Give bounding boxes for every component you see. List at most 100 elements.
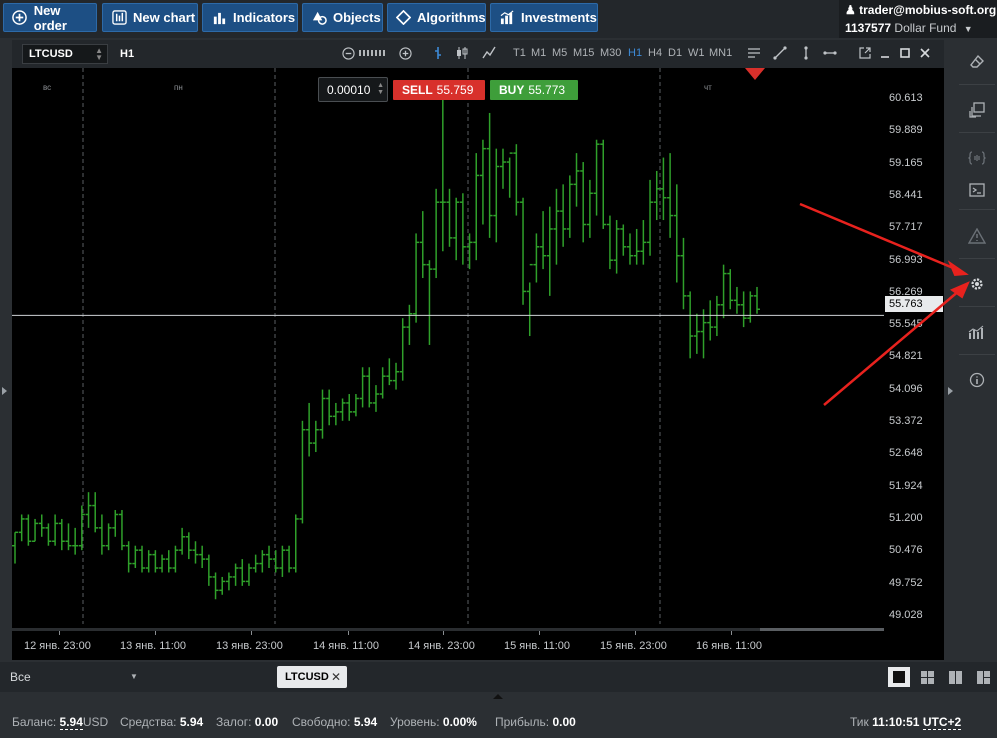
current-price-label: 55.763 — [885, 296, 943, 312]
trendline-tool-icon[interactable] — [772, 45, 788, 61]
horizontal-line-tool-icon[interactable] — [746, 45, 762, 61]
ohlc-bar — [687, 291, 694, 359]
sell-button[interactable]: SELL 55.759 — [393, 80, 485, 100]
info-icon[interactable] — [957, 360, 997, 400]
algorithms-label: Algorithms — [417, 10, 486, 25]
tf-m1[interactable]: M1 — [531, 47, 546, 59]
settings-icon[interactable] — [957, 264, 997, 304]
ray-tool-icon[interactable] — [822, 45, 838, 61]
chart-end-marker[interactable] — [745, 68, 765, 80]
vertical-line-tool-icon[interactable] — [798, 45, 814, 61]
dropdown-arrow-icon[interactable]: ▼ — [130, 672, 138, 681]
objects-button[interactable]: Objects — [302, 3, 383, 32]
ohlc-bar — [733, 286, 740, 314]
profit-value: 0.00 — [552, 715, 576, 729]
tf-h4[interactable]: H4 — [648, 47, 662, 59]
ohlc-bar — [199, 545, 206, 569]
tf-w1[interactable]: W1 — [688, 47, 705, 59]
terminal-icon[interactable] — [957, 170, 997, 210]
layout-single-icon[interactable] — [888, 667, 910, 687]
maximize-icon[interactable] — [897, 45, 913, 61]
ohlc-bar — [85, 492, 92, 528]
ohlc-bar — [453, 197, 460, 261]
warning-icon[interactable] — [957, 216, 997, 256]
symbol-select-value: LTCUSD — [29, 48, 73, 60]
ohlc-bar — [673, 184, 680, 283]
zoom-in-icon[interactable] — [397, 45, 413, 61]
right-collapse-strip[interactable] — [945, 40, 957, 660]
tf-m30[interactable]: M30 — [600, 47, 621, 59]
ohlc-bar — [499, 148, 506, 189]
left-collapse-strip[interactable] — [0, 40, 10, 660]
symbol-tab-ltcusd[interactable]: LTCUSD ✕ — [277, 666, 347, 688]
tf-t1[interactable]: T1 — [513, 47, 526, 59]
ohlc-bar — [700, 309, 707, 359]
ohlc-bar — [406, 304, 413, 345]
zoom-out-icon[interactable] — [340, 45, 356, 61]
tf-m15[interactable]: M15 — [573, 47, 594, 59]
ohlc-bar — [540, 211, 547, 270]
ohlc-bar — [346, 394, 353, 421]
ohlc-bar — [192, 541, 199, 564]
margin-label: Залог: — [216, 715, 252, 729]
tf-h1[interactable]: H1 — [628, 47, 642, 59]
balance-value[interactable]: 5.94 — [59, 715, 83, 730]
detach-window-icon[interactable] — [857, 45, 873, 61]
ohlc-bar — [212, 572, 219, 600]
filter-select[interactable]: Все — [10, 670, 31, 684]
chart-scrollbar-thumb[interactable] — [760, 628, 884, 631]
price-chart[interactable]: 60.613 59.889 59.165 58.441 57.717 56.993 56.2… — [12, 68, 944, 660]
new-chart-button[interactable]: New chart — [102, 3, 198, 32]
tf-mn1[interactable]: MN1 — [709, 47, 732, 59]
ohlc-plot[interactable] — [12, 68, 884, 624]
account-number: 1137577 — [845, 21, 892, 35]
investments-button[interactable]: Investments — [490, 3, 598, 32]
layout-columns-icon[interactable] — [944, 667, 966, 687]
account-info[interactable]: ♟ trader@mobius-soft.org 1137577 Dollar … — [839, 0, 997, 38]
new-order-button[interactable]: New order — [3, 3, 97, 33]
eraser-icon[interactable] — [957, 42, 997, 82]
algorithms-button[interactable]: Algorithms — [387, 3, 486, 32]
lot-size-input[interactable]: 0.00010 ▲ ▼ — [318, 77, 388, 102]
windows-icon[interactable] — [957, 90, 997, 130]
price-axis[interactable] — [884, 68, 944, 624]
ohlc-bar — [566, 175, 573, 238]
chart-scrollbar-track[interactable] — [12, 628, 884, 631]
line-chart-icon[interactable] — [481, 45, 497, 61]
ohlc-bar — [172, 545, 179, 573]
bars-chart-icon[interactable] — [430, 45, 446, 61]
time-tick-label: 16 янв. 11:00 — [696, 640, 762, 652]
spinner-arrows-icon[interactable]: ▲ ▼ — [377, 82, 384, 96]
ohlc-bar — [593, 139, 600, 216]
tf-d1[interactable]: D1 — [668, 47, 682, 59]
ohlc-bar — [92, 492, 99, 533]
layout-split-icon[interactable] — [972, 667, 994, 687]
balance-currency: USD — [82, 715, 109, 729]
day-label-sunday: вс — [43, 83, 52, 92]
timezone-select[interactable]: UTC+2 — [922, 715, 962, 730]
tick-label: Тик — [850, 715, 869, 729]
ohlc-bar — [653, 170, 660, 221]
candles-chart-icon[interactable] — [454, 45, 470, 61]
layout-grid-icon[interactable] — [916, 667, 938, 687]
buy-button[interactable]: BUY 55.773 — [490, 80, 578, 100]
minimize-icon[interactable] — [877, 45, 893, 61]
close-icon[interactable] — [917, 45, 933, 61]
collapse-right-icon — [948, 387, 953, 395]
ohlc-bar — [640, 220, 647, 265]
shapes-icon — [311, 10, 327, 26]
ohlc-bar — [179, 527, 186, 555]
tf-m5[interactable]: M5 — [552, 47, 567, 59]
stats-icon[interactable] — [957, 312, 997, 352]
margin-value: 0.00 — [254, 715, 279, 729]
chart-header: LTCUSD ▲ ▼ H1 T1 M1 M5 M15 M30 H1 H4 D1 W… — [12, 40, 944, 68]
symbol-select[interactable]: LTCUSD ▲ ▼ — [22, 44, 108, 64]
close-tab-icon[interactable]: ✕ — [331, 670, 341, 684]
ohlc-bar — [145, 550, 152, 573]
ohlc-bar — [667, 153, 674, 238]
zoom-slider[interactable] — [358, 45, 398, 61]
price-tick-label: 51.924 — [889, 479, 923, 492]
ohlc-bar — [379, 367, 386, 399]
panel-resize-grip-icon[interactable] — [493, 694, 503, 699]
indicators-button[interactable]: Indicators — [202, 3, 298, 32]
